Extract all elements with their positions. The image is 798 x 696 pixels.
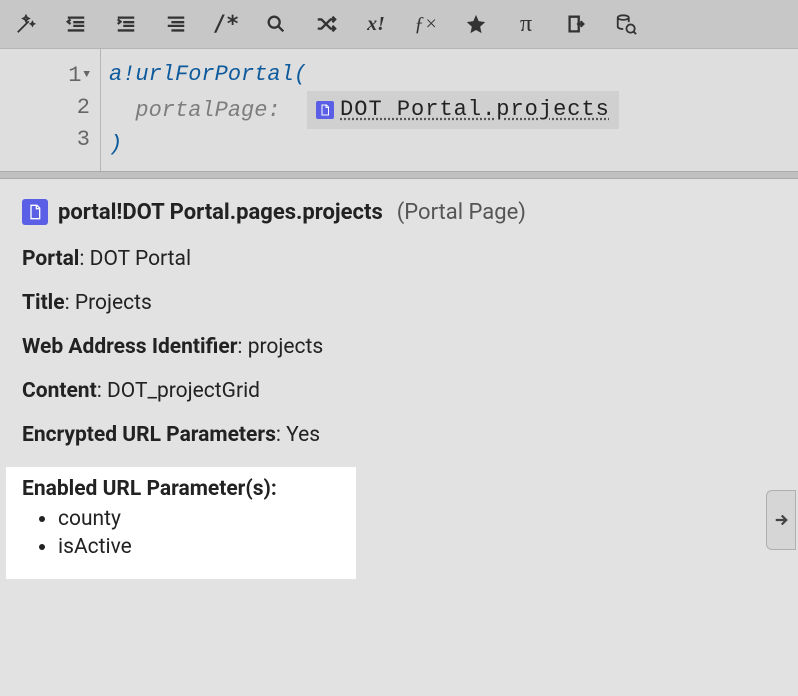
- editor-toolbar: /* x! ƒ× π: [0, 0, 798, 48]
- star-icon[interactable]: [462, 10, 490, 38]
- list-item: county: [58, 507, 340, 531]
- list-item: isActive: [58, 535, 340, 559]
- enabled-params-label: Enabled URL Parameter(s):: [22, 477, 277, 501]
- line-number: 1: [68, 63, 81, 88]
- info-header: portal!DOT Portal.pages.projects (Portal…: [22, 199, 776, 225]
- open-paren: (: [294, 62, 307, 87]
- code-editor[interactable]: 1▼ 2 3 a!urlForPortal( portalPage: DOT P…: [0, 48, 798, 171]
- format-lines-icon[interactable]: [162, 10, 190, 38]
- pill-text: DOT Portal.projects: [340, 94, 610, 126]
- enabled-params-box: Enabled URL Parameter(s): county isActiv…: [6, 467, 356, 579]
- panel-divider[interactable]: [0, 171, 798, 179]
- function-name: a!urlForPortal: [109, 62, 294, 87]
- line-number: 3: [77, 127, 90, 152]
- portal-page-pill[interactable]: DOT Portal.projects: [307, 91, 619, 129]
- info-row-wai: Web Address Identifier: projects: [22, 335, 776, 359]
- info-type: (Portal Page): [397, 200, 526, 225]
- close-paren: ): [109, 132, 122, 157]
- fx-icon[interactable]: ƒ×: [412, 10, 440, 38]
- info-row-content: Content: DOT_projectGrid: [22, 379, 776, 403]
- pi-icon[interactable]: π: [512, 10, 540, 38]
- magic-wand-icon[interactable]: [12, 10, 40, 38]
- export-icon[interactable]: [562, 10, 590, 38]
- comment-icon[interactable]: /*: [212, 10, 240, 38]
- fold-icon[interactable]: ▼: [83, 59, 90, 91]
- param-list: county isActive: [58, 507, 340, 559]
- shuffle-clear-icon[interactable]: x!: [362, 10, 390, 38]
- db-play-icon[interactable]: [612, 10, 640, 38]
- line-gutter: 1▼ 2 3: [0, 49, 100, 171]
- document-icon: [22, 199, 48, 225]
- expand-side-panel-button[interactable]: [766, 490, 796, 550]
- info-row-portal: Portal: DOT Portal: [22, 247, 776, 271]
- info-row-encrypted: Encrypted URL Parameters: Yes: [22, 423, 776, 447]
- indent-icon[interactable]: [112, 10, 140, 38]
- param-name: portalPage:: [135, 98, 280, 123]
- shuffle-icon[interactable]: [312, 10, 340, 38]
- code-content[interactable]: a!urlForPortal( portalPage: DOT Portal.p…: [100, 49, 798, 171]
- outdent-icon[interactable]: [62, 10, 90, 38]
- info-row-title: Title: Projects: [22, 291, 776, 315]
- line-number: 2: [77, 95, 90, 120]
- search-icon[interactable]: [262, 10, 290, 38]
- info-title: portal!DOT Portal.pages.projects: [58, 200, 383, 225]
- document-icon: [316, 101, 334, 119]
- info-panel: portal!DOT Portal.pages.projects (Portal…: [0, 179, 798, 599]
